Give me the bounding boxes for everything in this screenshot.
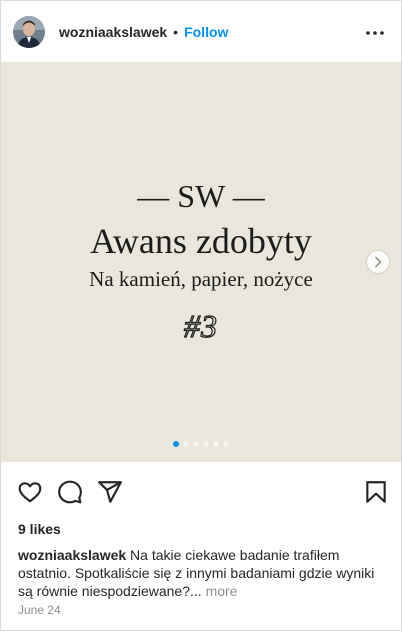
action-bar	[1, 475, 401, 509]
carousel-dot	[183, 441, 189, 447]
profile-photo-icon	[13, 15, 45, 48]
post-image[interactable]: — SW — Awans zdobyty Na kamień, papier, …	[1, 62, 401, 462]
chevron-right-icon	[375, 256, 382, 268]
slide-title: Awans zdobyty	[90, 221, 312, 261]
more-link[interactable]: more	[206, 583, 238, 599]
caption-username[interactable]: wozniaakslawek	[18, 547, 126, 563]
heart-icon[interactable]	[17, 479, 43, 505]
post-date[interactable]: June 24	[18, 603, 61, 617]
likes-count[interactable]: 9 likes	[18, 521, 61, 537]
slide-number: #3	[183, 307, 218, 344]
send-icon[interactable]	[97, 479, 123, 505]
carousel-dot	[173, 441, 179, 447]
carousel-dot	[203, 441, 209, 447]
slide-subtitle: Na kamień, papier, nożyce	[89, 267, 313, 291]
comment-icon[interactable]	[57, 479, 83, 505]
carousel-dot	[193, 441, 199, 447]
carousel-dot	[213, 441, 219, 447]
carousel-dot	[223, 441, 229, 447]
post-header: wozniaakslawek • Follow	[1, 1, 401, 62]
username-link[interactable]: wozniaakslawek	[59, 24, 167, 40]
post-caption: wozniaakslawek Na takie ciekawe badanie …	[18, 546, 390, 600]
slide-line-sw: — SW —	[137, 178, 265, 214]
bookmark-icon[interactable]	[363, 479, 389, 505]
carousel-indicator	[1, 441, 401, 447]
next-slide-button[interactable]	[366, 250, 390, 274]
post-card: wozniaakslawek • Follow — SW — Awans zdo…	[0, 0, 402, 631]
avatar[interactable]	[13, 15, 45, 48]
separator-dot: •	[173, 23, 179, 40]
more-options-icon[interactable]	[363, 23, 387, 43]
follow-button[interactable]: Follow	[184, 24, 228, 40]
